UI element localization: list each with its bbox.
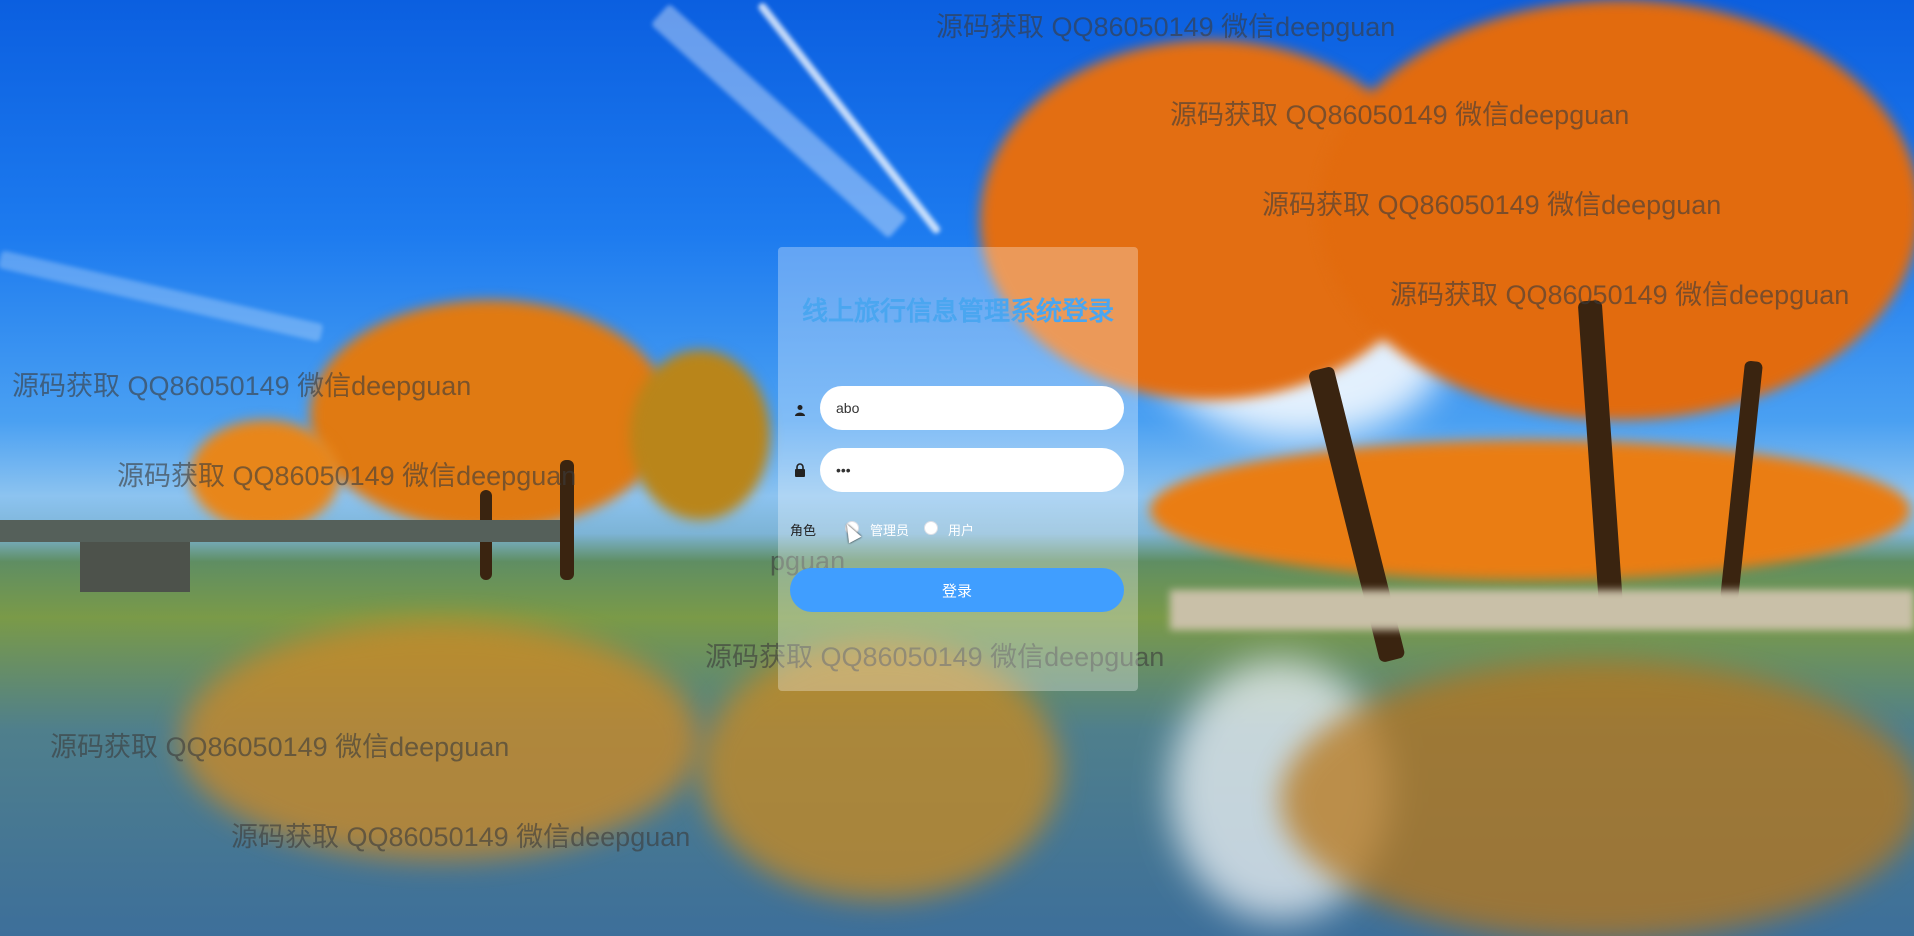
role-label: 角色 (790, 523, 817, 538)
password-input[interactable] (820, 448, 1124, 492)
login-form: 线上旅行信息管理系统登录 角色 管理员 用户 登录 (778, 247, 1138, 691)
role-radio-user[interactable] (924, 521, 938, 535)
username-input[interactable] (820, 386, 1124, 430)
login-title: 线上旅行信息管理系统登录 (801, 296, 1114, 326)
login-button[interactable]: 登录 (790, 568, 1124, 612)
role-label-admin[interactable]: 管理员 (870, 520, 909, 539)
role-label-user[interactable]: 用户 (948, 520, 974, 539)
lock-icon (794, 463, 810, 479)
user-icon (794, 403, 810, 419)
